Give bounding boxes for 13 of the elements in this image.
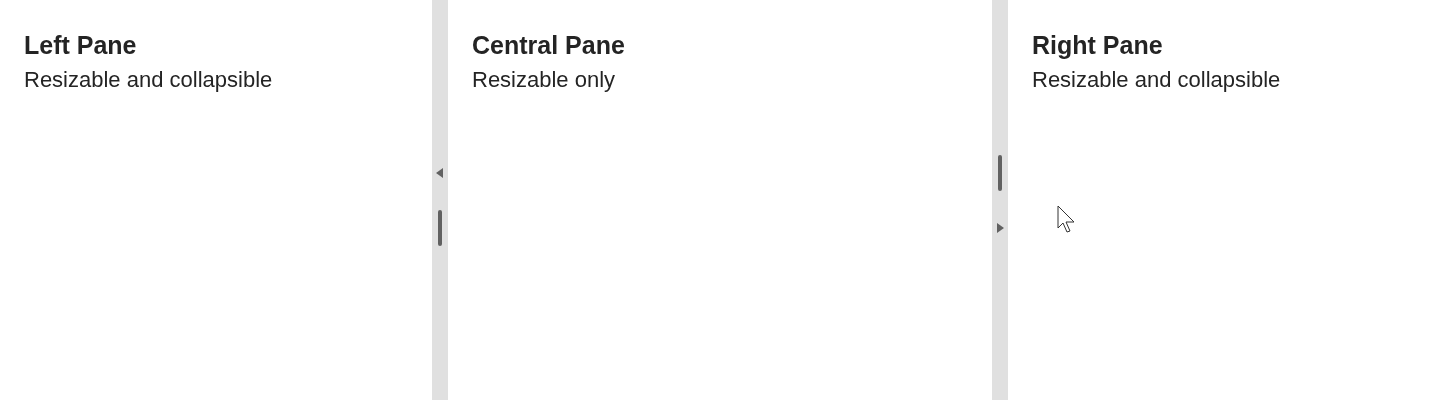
resize-handle[interactable] (438, 209, 442, 246)
resize-handle[interactable] (998, 154, 1002, 191)
splitter-bar[interactable] (992, 0, 1008, 400)
splitter-bar[interactable] (432, 0, 448, 400)
pane-description: Resizable and collapsible (1032, 66, 1282, 94)
pane-description: Resizable only (472, 66, 617, 94)
pane-title: Central Pane (472, 30, 626, 61)
pane-title: Right Pane (1032, 30, 1164, 61)
pane-description: Resizable and collapsible (24, 66, 274, 94)
pane-title: Left Pane (24, 30, 138, 61)
collapse-right-icon[interactable] (996, 222, 1004, 233)
mouse-pointer-icon (1057, 205, 1076, 234)
collapse-left-icon[interactable] (436, 167, 444, 178)
